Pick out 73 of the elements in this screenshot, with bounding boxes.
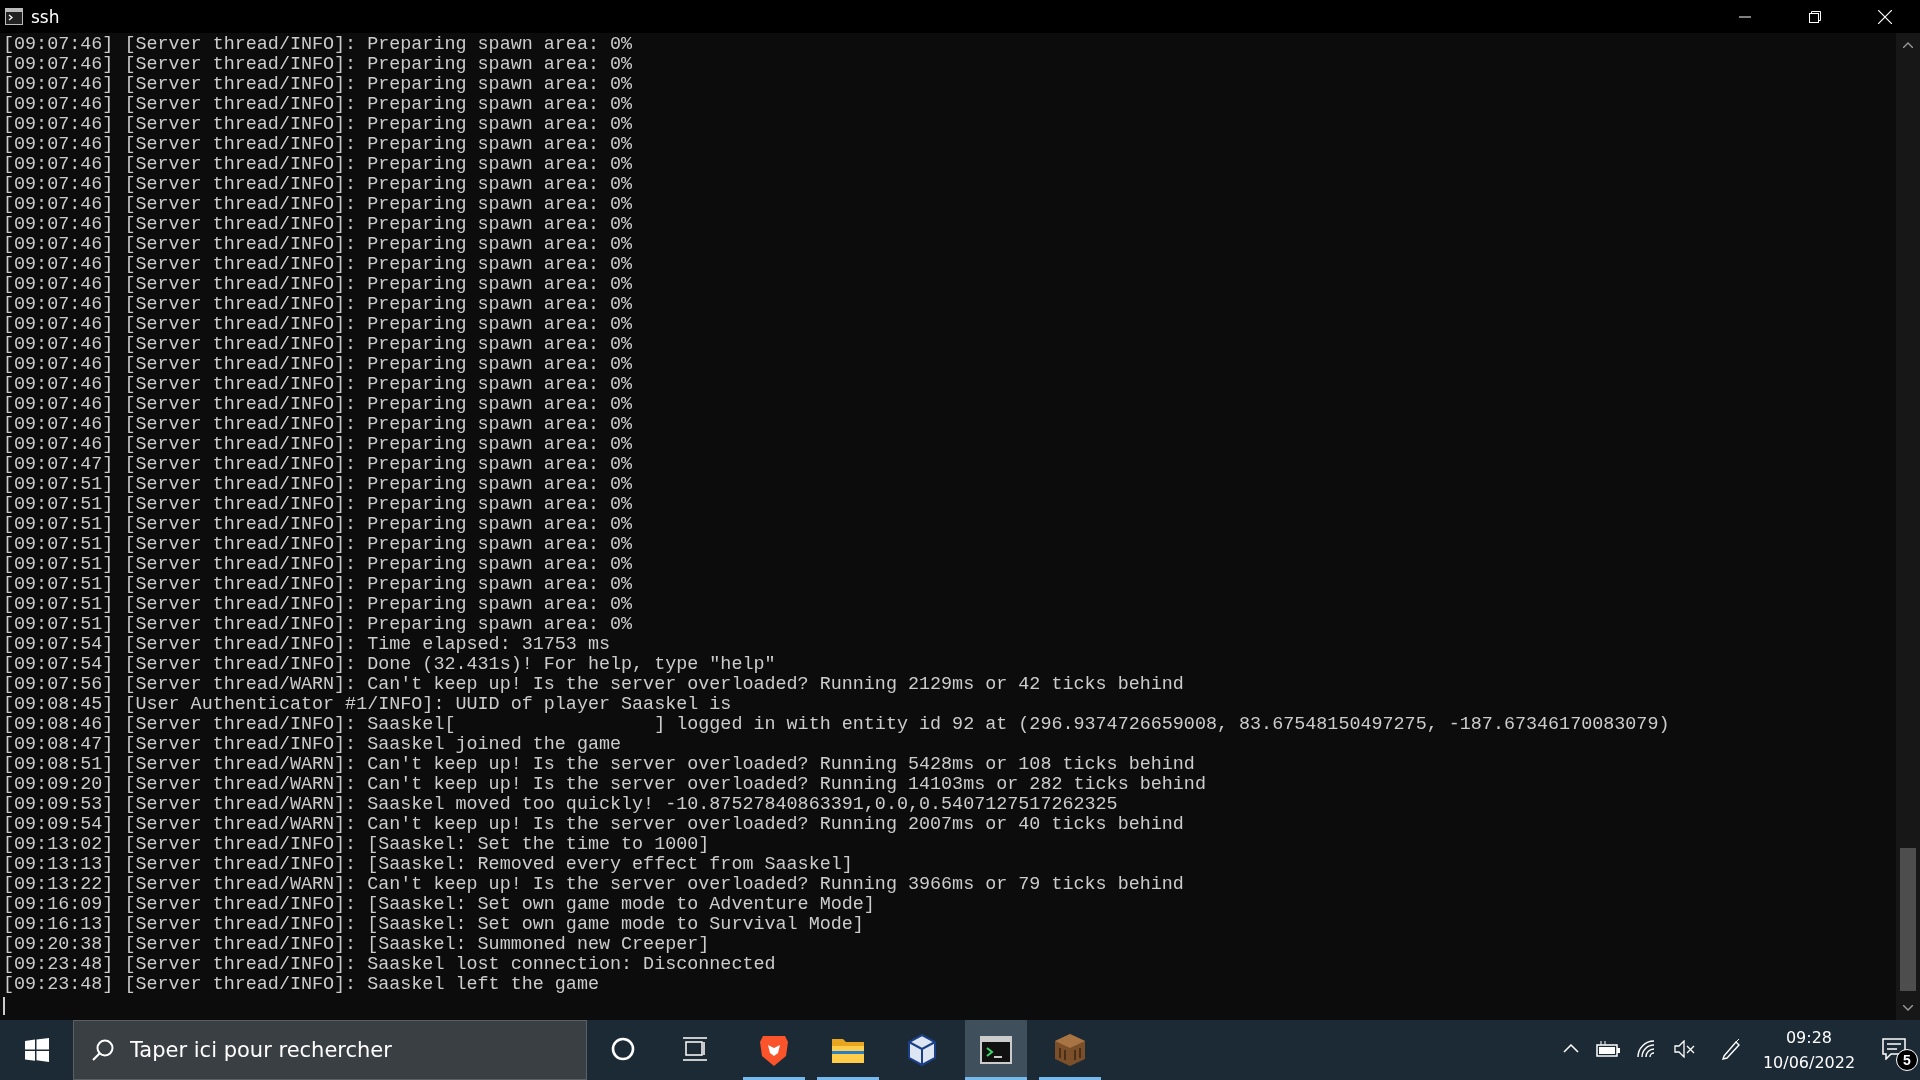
log-line: [09:23:48] [Server thread/INFO]: Saaskel lost connection: Disconnected (3, 955, 776, 975)
restore-icon (1809, 10, 1821, 23)
log-line: [09:07:46] [Server thread/INFO]: Preparing spawn area: 0% (3, 195, 633, 215)
scrollbar[interactable] (1896, 33, 1920, 1020)
terminal-icon (980, 1036, 1012, 1064)
log-line: [09:08:45] [User Authenticator #1/INFO]: UUID of player Saaskel is (3, 695, 732, 715)
text-cursor (3, 997, 5, 1015)
log-line: [09:07:51] [Server thread/INFO]: Preparing spawn area: 0% (3, 555, 633, 575)
log-line: [09:07:46] [Server thread/INFO]: Preparing spawn area: 0% (3, 435, 633, 455)
scrollbar-thumb[interactable] (1900, 848, 1916, 991)
log-line: [09:07:46] [Server thread/INFO]: Preparing spawn area: 0% (3, 75, 633, 95)
search-icon (91, 1038, 115, 1062)
log-line: [09:09:54] [Server thread/WARN]: Can't keep up! Is the server overloaded? Running 2007ms or 40 ticks behind (3, 815, 1184, 835)
close-icon (1878, 9, 1892, 24)
log-line: [09:07:46] [Server thread/INFO]: Preparing spawn area: 0% (3, 235, 633, 255)
clock[interactable]: 09:28 10/06/2022 (1750, 1020, 1868, 1080)
log-line: [09:07:47] [Server thread/INFO]: Preparing spawn area: 0% (3, 455, 633, 475)
log-line: [09:09:20] [Server thread/WARN]: Can't keep up! Is the server overloaded? Running 14103ms or 282 ticks behind (3, 775, 1206, 795)
log-line: [09:07:46] [Server thread/INFO]: Preparing spawn area: 0% (3, 395, 633, 415)
log-line: [09:13:02] [Server thread/INFO]: [Saaskel: Set the time to 1000] (3, 835, 710, 855)
log-line: [09:16:13] [Server thread/INFO]: [Saaskel: Set own game mode to Survival Mode] (3, 915, 864, 935)
log-line: [09:16:09] [Server thread/INFO]: [Saaskel: Set own game mode to Adventure Mode] (3, 895, 875, 915)
log-line: [09:07:51] [Server thread/INFO]: Preparing spawn area: 0% (3, 515, 633, 535)
taskbar-app-button[interactable] (965, 1020, 1027, 1080)
battery-icon (1596, 1040, 1622, 1057)
log-line: [09:13:22] [Server thread/WARN]: Can't keep up! Is the server overloaded? Running 3966ms or 79 ticks behind (3, 875, 1184, 895)
notifications-button[interactable]: 5 (1868, 1020, 1920, 1080)
log-line: [09:07:51] [Server thread/INFO]: Preparing spawn area: 0% (3, 595, 633, 615)
log-line: [09:07:51] [Server thread/INFO]: Preparing spawn area: 0% (3, 575, 633, 595)
log-line: [09:07:46] [Server thread/INFO]: Preparing spawn area: 0% (3, 55, 633, 75)
pen-icon (1720, 1037, 1742, 1060)
log-line: [09:07:51] [Server thread/INFO]: Preparing spawn area: 0% (3, 495, 633, 515)
chevron-up-icon (1563, 1044, 1579, 1053)
log-line: [09:07:46] [Server thread/INFO]: Preparing spawn area: 0% (3, 35, 633, 55)
search-field[interactable]: Taper ici pour rechercher (73, 1020, 587, 1080)
log-line: [09:07:56] [Server thread/WARN]: Can't keep up! Is the server overloaded? Running 2129ms or 42 ticks behind (3, 675, 1184, 695)
window-title: ssh (31, 6, 60, 27)
log-line: [09:07:46] [Server thread/INFO]: Preparing spawn area: 0% (3, 115, 633, 135)
folder-icon (831, 1036, 865, 1064)
task-view-icon (682, 1036, 708, 1061)
log-line: [09:07:51] [Server thread/INFO]: Preparing spawn area: 0% (3, 615, 633, 635)
terminal-app-icon (5, 8, 23, 25)
log-line: [09:07:51] [Server thread/INFO]: Preparing spawn area: 0% (3, 535, 633, 555)
log-line: [09:07:46] [Server thread/INFO]: Preparing spawn area: 0% (3, 275, 633, 295)
log-line: [09:07:46] [Server thread/INFO]: Preparing spawn area: 0% (3, 215, 633, 235)
cube-icon (906, 1033, 938, 1067)
log-line: [09:08:51] [Server thread/WARN]: Can't keep up! Is the server overloaded? Running 5428ms or 108 ticks behind (3, 755, 1195, 775)
notification-count: 5 (1896, 1049, 1918, 1071)
log-line: [09:07:54] [Server thread/INFO]: Time elapsed: 31753 ms (3, 635, 610, 655)
log-line: [09:07:46] [Server thread/INFO]: Preparing spawn area: 0% (3, 95, 633, 115)
log-line: [09:07:46] [Server thread/INFO]: Preparing spawn area: 0% (3, 175, 633, 195)
log-line: [09:07:46] [Server thread/INFO]: Preparing spawn area: 0% (3, 355, 633, 375)
log-line: [09:13:13] [Server thread/INFO]: [Saaskel: Removed every effect from Saaskel] (3, 855, 853, 875)
log-line: [09:07:46] [Server thread/INFO]: Preparing spawn area: 0% (3, 315, 633, 335)
log-line: [09:07:51] [Server thread/INFO]: Preparing spawn area: 0% (3, 475, 633, 495)
log-line: [09:07:46] [Server thread/INFO]: Preparing spawn area: 0% (3, 135, 633, 155)
log-line: [09:08:46] [Server thread/INFO]: Saaskel[ ] logged in with entity id 92 at (296.9374726659008, 83.67548150497275, -187.67346170083079) (3, 715, 1670, 735)
lion-head-icon (759, 1033, 789, 1067)
log-line: [09:07:46] [Server thread/INFO]: Preparing spawn area: 0% (3, 295, 633, 315)
log-line: [09:07:46] [Server thread/INFO]: Preparing spawn area: 0% (3, 415, 633, 435)
log-line: [09:07:46] [Server thread/INFO]: Preparing spawn area: 0% (3, 335, 633, 355)
log-line: [09:07:46] [Server thread/INFO]: Preparing spawn area: 0% (3, 375, 633, 395)
log-line: [09:09:53] [Server thread/WARN]: Saaskel moved too quickly! -10.87527840863391,0.0,0.5407127517262325 (3, 795, 1118, 815)
log-line: [09:07:46] [Server thread/INFO]: Preparing spawn area: 0% (3, 155, 633, 175)
windows-logo-icon (24, 1038, 49, 1062)
speaker-muted-icon (1674, 1039, 1696, 1058)
log-line: [09:07:54] [Server thread/INFO]: Done (32.431s)! For help, type "help" (3, 655, 776, 675)
log-line: [09:08:47] [Server thread/INFO]: Saaskel joined the game (3, 735, 622, 755)
log-line: [09:07:46] [Server thread/INFO]: Preparing spawn area: 0% (3, 255, 633, 275)
log-line: [09:20:38] [Server thread/INFO]: [Saaskel: Summoned new Creeper] (3, 935, 710, 955)
circle-icon (611, 1036, 635, 1061)
log-line: [09:23:48] [Server thread/INFO]: Saaskel left the game (3, 975, 599, 995)
crafting-block-icon (1054, 1033, 1086, 1067)
